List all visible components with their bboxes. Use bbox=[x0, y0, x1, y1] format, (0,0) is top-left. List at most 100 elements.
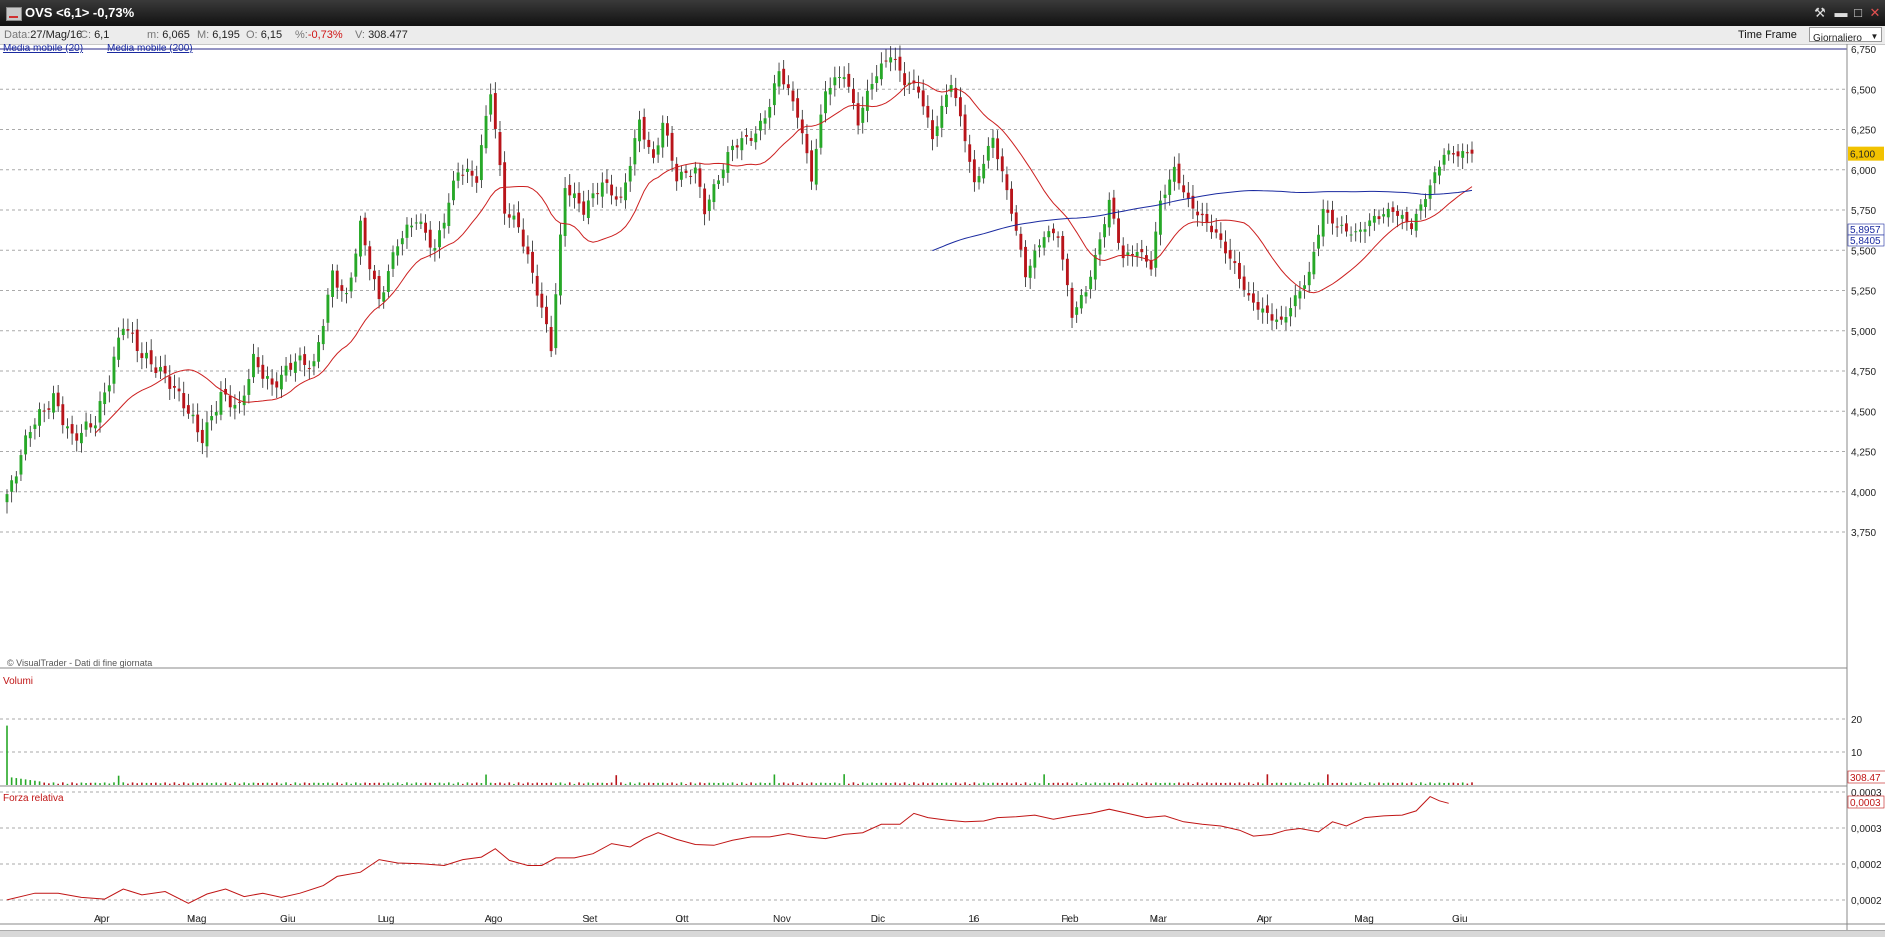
candle-body bbox=[745, 135, 748, 137]
candle-body bbox=[447, 202, 451, 226]
month-label: Set bbox=[582, 914, 597, 925]
candle-body bbox=[1228, 250, 1232, 259]
volume-bar bbox=[694, 783, 697, 785]
volume-bar bbox=[1271, 783, 1273, 785]
candle-body bbox=[196, 414, 200, 433]
chart-area[interactable]: 6,750 6,500 6,250 6,000 5,750 5,500 5,250 5,000… bbox=[0, 44, 1885, 930]
candle-body bbox=[293, 361, 297, 373]
candle-body bbox=[652, 149, 655, 158]
volume-bar bbox=[1038, 783, 1041, 785]
candle-body bbox=[1065, 258, 1069, 286]
volume-bar bbox=[1057, 782, 1059, 785]
volume-bar bbox=[894, 782, 897, 785]
volume-bar bbox=[341, 783, 343, 785]
volume-bar bbox=[1071, 783, 1073, 785]
candle-body bbox=[261, 364, 265, 379]
volume-bar bbox=[1164, 782, 1166, 785]
volume-readout: V: 308.477 bbox=[355, 29, 408, 41]
candle-body bbox=[1451, 153, 1455, 155]
volume-bar bbox=[964, 782, 966, 785]
candle-body bbox=[14, 476, 18, 484]
volume-bar bbox=[392, 783, 394, 785]
candle-body bbox=[335, 270, 339, 288]
candle-body bbox=[572, 193, 576, 199]
close-icon[interactable]: ✕ bbox=[1865, 3, 1885, 22]
candle-body bbox=[1126, 252, 1130, 255]
volume-bar bbox=[1340, 782, 1343, 785]
candle-body bbox=[586, 200, 590, 218]
candle-body bbox=[875, 76, 879, 84]
title-bar: OVS <6,1> -0,73% ⚒ ▬ □ ✕ bbox=[0, 0, 1885, 26]
candle-body bbox=[28, 432, 32, 439]
candle-body bbox=[414, 222, 418, 224]
volume-bar bbox=[1034, 782, 1036, 785]
volume-bar bbox=[66, 783, 69, 785]
tools-icon[interactable]: ⚒ bbox=[1810, 3, 1830, 22]
candle-body bbox=[377, 276, 381, 300]
volume-bar bbox=[368, 783, 371, 785]
volume-bar bbox=[731, 782, 734, 785]
volume-bar bbox=[452, 783, 455, 785]
candle-body bbox=[465, 168, 469, 172]
volume-bar bbox=[843, 774, 845, 785]
volume-bar bbox=[1080, 784, 1083, 785]
candle-body bbox=[1233, 261, 1237, 264]
timeframe-select[interactable]: Giornaliero ▼ bbox=[1809, 27, 1882, 44]
volume-bar bbox=[880, 782, 883, 785]
volume-bar bbox=[261, 782, 264, 785]
candle-body bbox=[889, 57, 893, 63]
volume-bar bbox=[438, 782, 441, 785]
candle-body bbox=[1261, 308, 1265, 313]
candle-body bbox=[386, 271, 390, 293]
volume-bar bbox=[573, 783, 576, 785]
ma200-value-label: 5,8405 bbox=[1850, 236, 1881, 247]
volume-bar bbox=[661, 782, 664, 785]
volume-bar bbox=[787, 783, 790, 785]
candle-body bbox=[456, 172, 460, 181]
candle-body bbox=[1000, 156, 1004, 172]
volume-bar bbox=[364, 782, 366, 785]
candle-body bbox=[163, 365, 167, 374]
volume-bar bbox=[768, 782, 771, 785]
close-readout: C: 6,1 bbox=[80, 29, 110, 41]
candle-body bbox=[38, 409, 41, 426]
volume-bar bbox=[359, 783, 362, 785]
month-label: 16 bbox=[968, 914, 980, 925]
candle-body bbox=[363, 217, 367, 246]
volume-bar bbox=[796, 783, 799, 785]
volume-bar bbox=[638, 782, 641, 785]
price-tick-label: 4,500 bbox=[1851, 407, 1876, 418]
volume-bar bbox=[1047, 782, 1050, 785]
volume-bar bbox=[62, 782, 64, 785]
candle-body bbox=[1363, 229, 1367, 232]
volume-bar bbox=[299, 783, 301, 785]
candle-body bbox=[284, 365, 288, 376]
volume-last-label: 308.47 bbox=[1850, 773, 1881, 784]
candle-body bbox=[1293, 295, 1297, 307]
candle-body bbox=[1317, 234, 1320, 249]
volume-bar bbox=[1401, 782, 1404, 785]
volume-bar bbox=[94, 782, 97, 785]
volume-bar bbox=[461, 783, 464, 785]
candle-body bbox=[1358, 229, 1362, 232]
volume-bar bbox=[527, 782, 529, 785]
volume-bar bbox=[382, 783, 385, 785]
price-tick-label: 4,750 bbox=[1851, 367, 1876, 378]
candle-body bbox=[475, 176, 479, 183]
candle-body bbox=[535, 275, 539, 296]
candle-body bbox=[893, 58, 897, 60]
candle-body bbox=[1256, 301, 1260, 310]
candle-body bbox=[1461, 151, 1465, 158]
candle-body bbox=[210, 416, 214, 421]
candle-body bbox=[433, 248, 437, 251]
volume-bar bbox=[1247, 782, 1250, 785]
legend-ma20[interactable]: Media mobile (20) bbox=[3, 44, 83, 54]
candle-body bbox=[1447, 150, 1451, 155]
volume-bar bbox=[164, 782, 166, 785]
candle-body bbox=[833, 77, 837, 86]
volume-bar bbox=[1396, 783, 1399, 785]
candle-body bbox=[1238, 262, 1241, 279]
volume-bar bbox=[1006, 782, 1008, 785]
candle-body bbox=[89, 423, 93, 428]
legend-ma200[interactable]: Media mobile (200) bbox=[107, 44, 193, 54]
